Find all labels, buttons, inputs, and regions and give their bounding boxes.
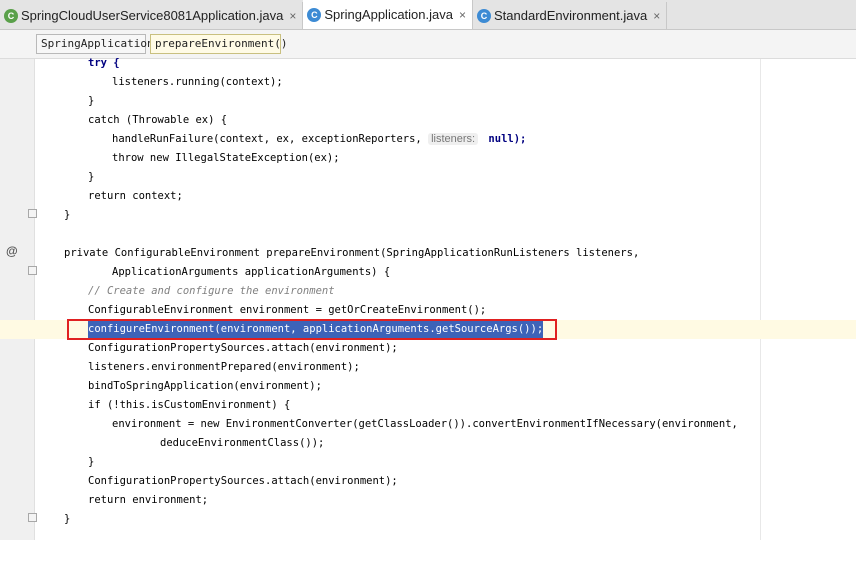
breadcrumb-item-class[interactable]: SpringApplication xyxy=(36,34,154,54)
code-text: ConfigurableEnvironment environment = ge… xyxy=(88,304,487,316)
code-text: throw new IllegalStateException(ex); xyxy=(112,152,340,164)
highlight-annotation-box xyxy=(67,319,557,340)
code-line: return environment; xyxy=(0,491,856,510)
code-text: listeners.environmentPrepared(environmen… xyxy=(88,361,360,373)
code-text: } xyxy=(64,513,71,525)
code-text: try { xyxy=(88,57,120,69)
class-icon: C xyxy=(307,7,322,22)
spring-boot-class-icon: C xyxy=(4,8,18,23)
code-text: ConfigurationPropertySources.attach(envi… xyxy=(88,342,398,354)
code-line: } xyxy=(0,453,856,472)
code-text: } xyxy=(88,171,95,183)
breadcrumb-item-method[interactable]: prepareEnvironment() xyxy=(150,34,287,54)
parameter-hint: listeners: xyxy=(428,133,479,145)
code-line: deduceEnvironmentClass()); xyxy=(0,434,856,453)
code-line: handleRunFailure(context, ex, exceptionR… xyxy=(0,130,856,149)
code-line: } xyxy=(0,510,856,529)
code-text: ConfigurationPropertySources.attach(envi… xyxy=(88,475,398,487)
editor-tab-bar: C SpringCloudUserService8081Application.… xyxy=(0,0,856,30)
code-line: try { xyxy=(0,54,856,73)
tab-label: SpringCloudUserService8081Application.ja… xyxy=(21,8,284,23)
code-text: deduceEnvironmentClass()); xyxy=(160,437,325,449)
class-icon: C xyxy=(477,8,491,23)
code-line: bindToSpringApplication(environment); xyxy=(0,377,856,396)
code-text: } xyxy=(88,456,95,468)
code-text: ApplicationArguments applicationArgument… xyxy=(112,266,391,278)
code-comment: // Create and configure the environment xyxy=(88,285,335,297)
code-line: private ConfigurableEnvironment prepareE… xyxy=(0,244,856,263)
code-text: return context; xyxy=(88,190,183,202)
tab-springcloud-user-service-application[interactable]: C SpringCloudUserService8081Application.… xyxy=(0,2,304,29)
code-line: listeners.running(context); xyxy=(0,73,856,92)
tab-standard-environment[interactable]: C StandardEnvironment.java × xyxy=(473,2,668,29)
code-line: listeners.environmentPrepared(environmen… xyxy=(0,358,856,377)
code-fragment: handleRunFailure(context, ex, exceptionR… xyxy=(112,133,429,145)
tab-spring-application[interactable]: C SpringApplication.java × xyxy=(303,0,473,29)
code-text: listeners.running(context); xyxy=(112,76,283,88)
code-line: catch (Throwable ex) { xyxy=(0,111,856,130)
tab-label: StandardEnvironment.java xyxy=(494,8,648,23)
code-line: } xyxy=(0,206,856,225)
close-icon[interactable]: × xyxy=(653,9,660,23)
code-line: ConfigurationPropertySources.attach(envi… xyxy=(0,472,856,491)
code-line: if (!this.isCustomEnvironment) { xyxy=(0,396,856,415)
code-line: // Create and configure the environment xyxy=(0,282,856,301)
code-line: } xyxy=(0,92,856,111)
code-text: bindToSpringApplication(environment); xyxy=(88,380,322,392)
code-line: environment = new EnvironmentConverter(g… xyxy=(0,415,856,434)
close-icon[interactable]: × xyxy=(289,9,296,23)
code-text: handleRunFailure(context, ex, exceptionR… xyxy=(112,130,526,149)
code-line: return context; xyxy=(0,187,856,206)
code-text: if (!this.isCustomEnvironment) { xyxy=(88,399,291,411)
close-icon[interactable]: × xyxy=(459,8,466,22)
code-text: return environment; xyxy=(88,494,209,506)
code-line: ConfigurableEnvironment environment = ge… xyxy=(0,301,856,320)
tab-label: SpringApplication.java xyxy=(324,7,453,22)
code-text: environment = new EnvironmentConverter(g… xyxy=(112,418,738,430)
code-text: catch (Throwable ex) { xyxy=(88,114,228,126)
code-text: private ConfigurableEnvironment prepareE… xyxy=(64,247,640,259)
code-text: } xyxy=(64,209,71,221)
code-fragment: null); xyxy=(482,133,527,145)
code-line: ConfigurationPropertySources.attach(envi… xyxy=(0,339,856,358)
code-text: } xyxy=(88,95,95,107)
code-line: throw new IllegalStateException(ex); xyxy=(0,149,856,168)
code-line: ApplicationArguments applicationArgument… xyxy=(0,263,856,282)
code-line: } xyxy=(0,168,856,187)
